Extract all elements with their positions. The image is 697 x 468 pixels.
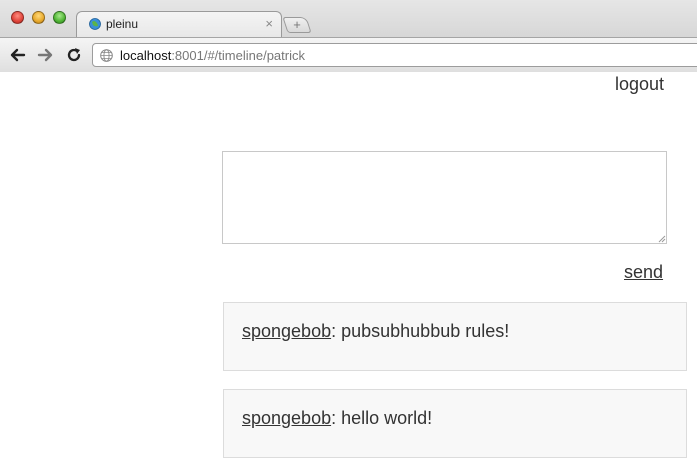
forward-arrow-icon[interactable] (36, 46, 54, 64)
window-maximize-button[interactable] (53, 11, 66, 24)
window-minimize-button[interactable] (32, 11, 45, 24)
globe-icon (100, 49, 113, 62)
browser-chrome: pleinu × + localhost:8001/#/timeline/pat… (0, 0, 697, 72)
resize-handle-icon[interactable] (657, 234, 666, 243)
post-text: hello world! (341, 408, 433, 428)
favicon-icon (89, 18, 101, 30)
message-input[interactable] (222, 151, 667, 244)
timeline-post: spongebob: hello world! (223, 389, 687, 458)
window-close-button[interactable] (11, 11, 24, 24)
browser-tab[interactable]: pleinu × (76, 11, 282, 37)
post-line: spongebob: pubsubhubbub rules! (242, 321, 509, 342)
post-separator: : (331, 321, 342, 341)
new-tab-button[interactable]: + (282, 17, 312, 33)
post-text: pubsubhubbub rules! (341, 321, 510, 341)
post-separator: : (331, 408, 342, 428)
address-bar[interactable]: localhost:8001/#/timeline/patrick (92, 43, 697, 67)
logout-link[interactable]: logout (615, 74, 664, 95)
browser-toolbar: localhost:8001/#/timeline/patrick (0, 37, 697, 72)
url-path: :8001/#/timeline/patrick (171, 48, 305, 63)
back-arrow-icon[interactable] (9, 46, 27, 64)
url-host: localhost (120, 48, 172, 63)
post-line: spongebob: hello world! (242, 408, 432, 429)
tab-title: pleinu (106, 17, 139, 31)
timeline-post: spongebob: pubsubhubbub rules! (223, 302, 687, 371)
post-author-link[interactable]: spongebob (242, 408, 331, 428)
reload-icon[interactable] (65, 46, 83, 64)
plus-icon: + (293, 17, 301, 32)
tab-close-icon[interactable]: × (265, 16, 273, 31)
send-link[interactable]: send (624, 262, 663, 283)
post-author-link[interactable]: spongebob (242, 321, 331, 341)
page-content: logout send spongebob: pubsubhubbub rule… (0, 73, 697, 468)
url-text: localhost:8001/#/timeline/patrick (120, 48, 305, 63)
